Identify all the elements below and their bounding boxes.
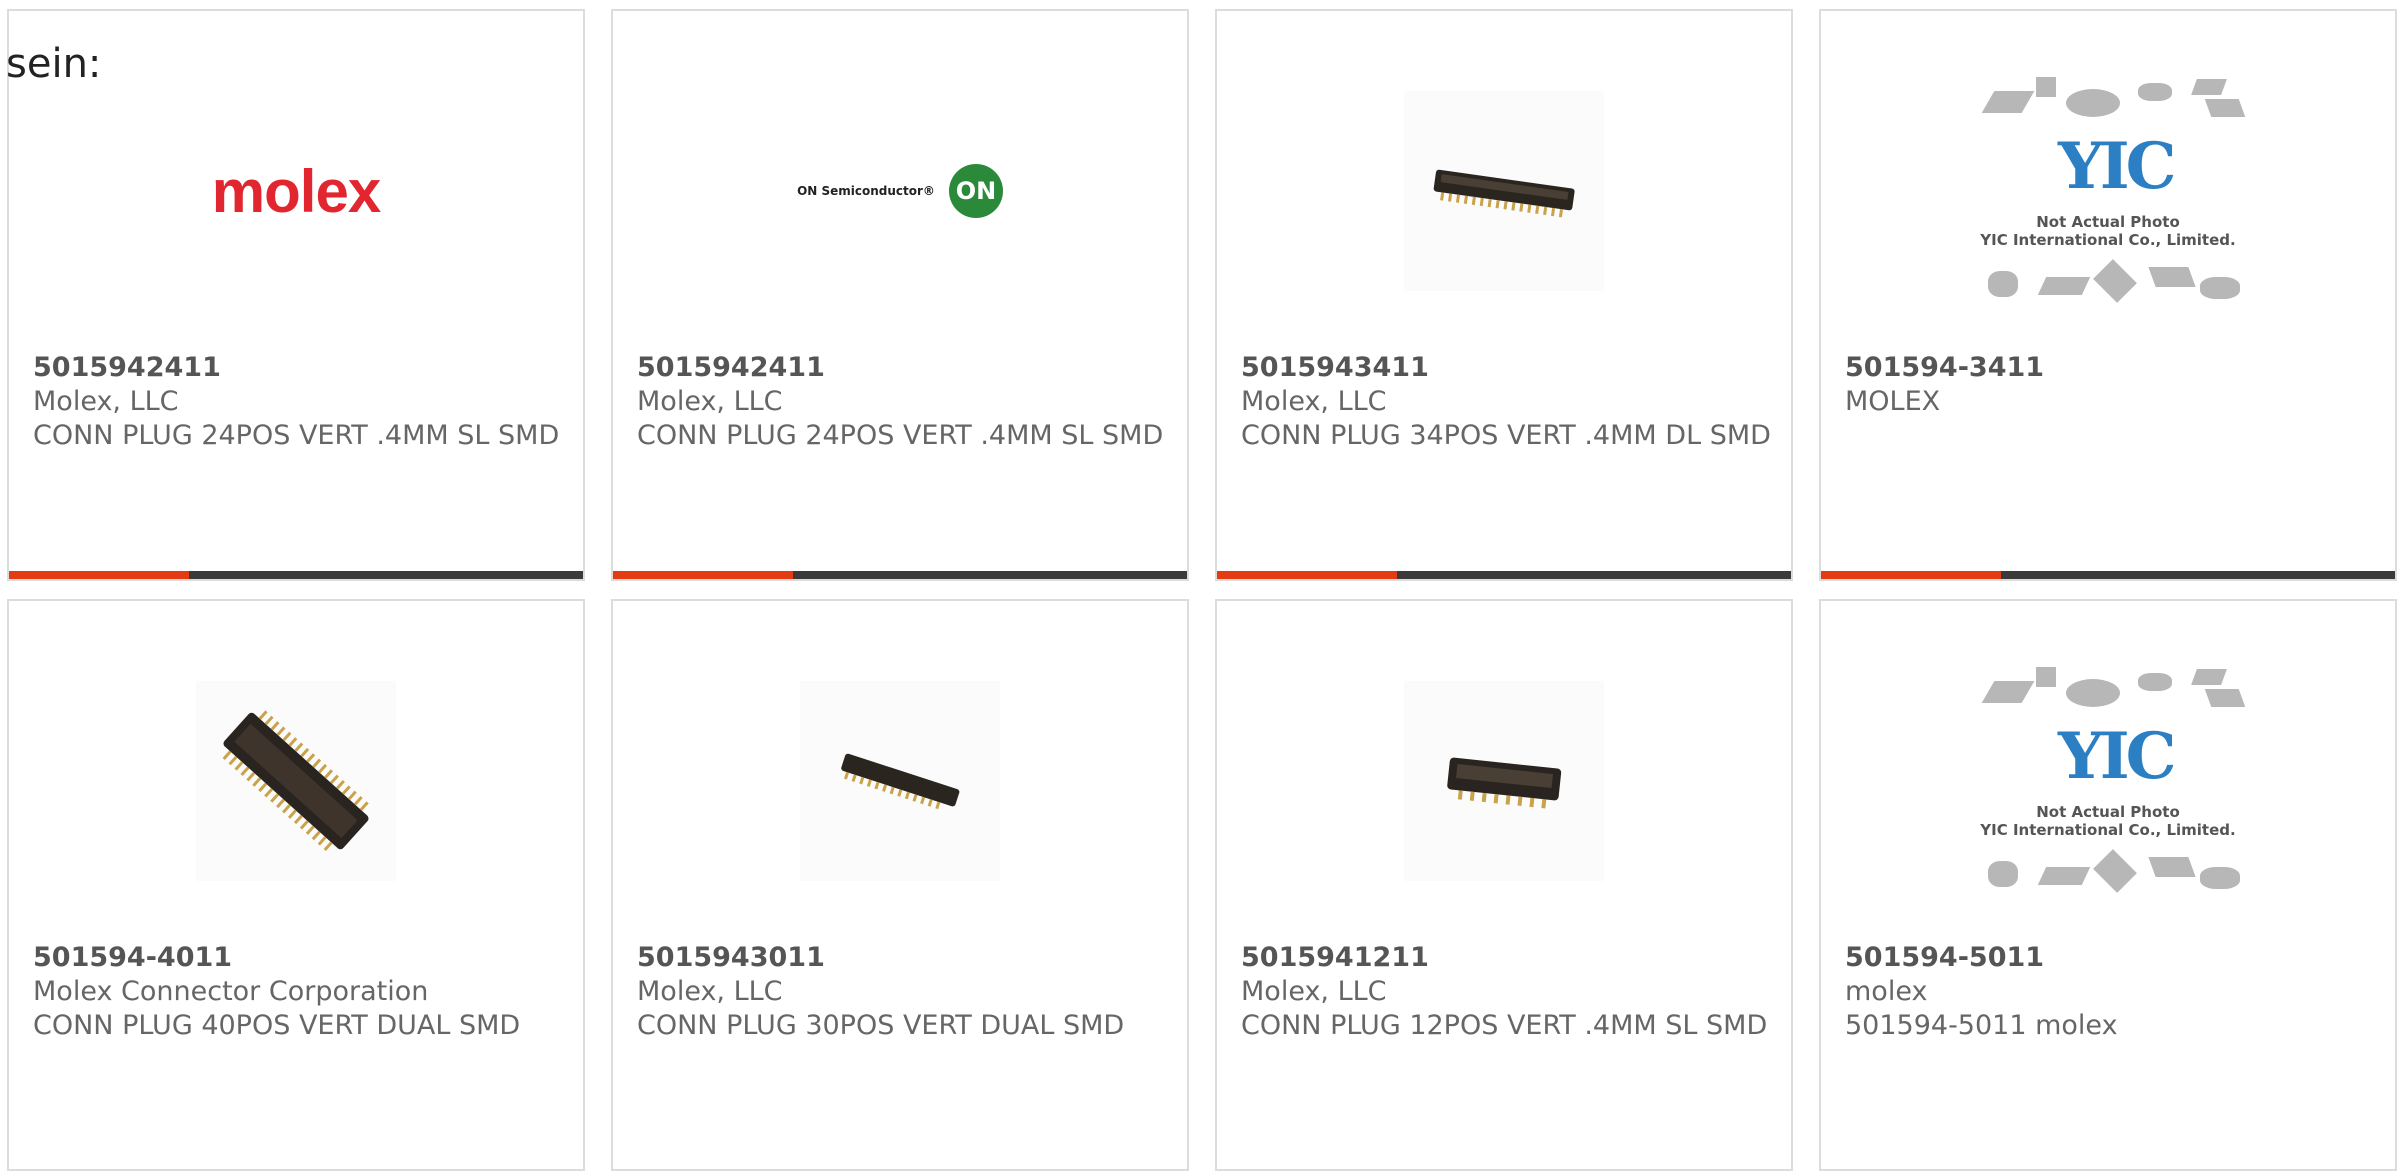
- chip-shape: [2204, 99, 2246, 117]
- chip-shape: [2191, 79, 2227, 95]
- product-info: 5015942411 Molex, LLC CONN PLUG 24POS VE…: [33, 351, 563, 453]
- part-number[interactable]: 501594-4011: [33, 941, 563, 975]
- connector-photo: [196, 681, 396, 881]
- chip-shape: [1988, 861, 2018, 887]
- product-image: [9, 661, 583, 901]
- yic-caption-line-1: Not Actual Photo: [2036, 803, 2180, 821]
- chip-shape: [2036, 77, 2056, 97]
- chip-shape: [2036, 667, 2056, 687]
- chip-shape: [2138, 673, 2172, 691]
- connector-photo: [1404, 91, 1604, 291]
- product-card[interactable]: 5015943411 Molex, LLC CONN PLUG 34POS VE…: [1215, 9, 1793, 581]
- chip-shape: [1988, 271, 2018, 297]
- connector-icon: [222, 710, 369, 851]
- product-grid: molex 5015942411 Molex, LLC CONN PLUG 24…: [0, 0, 2400, 1171]
- product-image: molex: [9, 71, 583, 311]
- chip-shape: [2037, 867, 2091, 885]
- manufacturer: Molex, LLC: [637, 976, 783, 1007]
- chip-shape: [2204, 689, 2246, 707]
- manufacturer: MOLEX: [1845, 386, 1941, 417]
- chip-shape: [2138, 83, 2172, 101]
- product-info: 5015942411 Molex, LLC CONN PLUG 24POS VE…: [637, 351, 1167, 453]
- product-card[interactable]: ON Semiconductor® ON 5015942411 Molex, L…: [611, 9, 1189, 581]
- manufacturer: Molex, LLC: [1241, 386, 1387, 417]
- product-info: 5015943411 Molex, LLC CONN PLUG 34POS VE…: [1241, 351, 1771, 453]
- card-bar: [613, 571, 1187, 579]
- product-card[interactable]: molex 5015942411 Molex, LLC CONN PLUG 24…: [7, 9, 585, 581]
- chip-shape: [2037, 277, 2091, 295]
- product-card[interactable]: YIC Not Actual Photo YIC International C…: [1819, 9, 2397, 581]
- chip-shape: [2066, 679, 2120, 707]
- connector-photo: [800, 681, 1000, 881]
- chip-shape: [1981, 681, 2035, 703]
- chip-shape: [2093, 849, 2137, 893]
- description: CONN PLUG 40POS VERT DUAL SMD: [33, 1010, 521, 1041]
- product-image: YIC Not Actual Photo YIC International C…: [1821, 71, 2395, 311]
- product-image: [1217, 661, 1791, 901]
- product-image: [613, 661, 1187, 901]
- connector-icon: [1433, 169, 1575, 218]
- connector-icon: [1447, 757, 1562, 809]
- chip-shape: [2200, 277, 2240, 299]
- yic-placeholder-image: YIC Not Actual Photo YIC International C…: [1968, 71, 2248, 311]
- manufacturer: Molex, LLC: [1241, 976, 1387, 1007]
- chip-shape: [2093, 259, 2137, 303]
- manufacturer: Molex Connector Corporation: [33, 976, 429, 1007]
- manufacturer: Molex, LLC: [637, 386, 783, 417]
- molex-logo: molex: [211, 157, 381, 225]
- card-bar-accent: [1217, 571, 1397, 579]
- part-number[interactable]: 501594-3411: [1845, 351, 2375, 385]
- card-bar: [1821, 571, 2395, 579]
- part-number[interactable]: 5015943011: [637, 941, 1167, 975]
- card-bar-accent: [9, 571, 189, 579]
- card-bar: [1217, 571, 1791, 579]
- yic-caption-line-2: YIC International Co., Limited.: [1980, 231, 2236, 249]
- yic-mark: YIC: [2058, 719, 2177, 794]
- part-number[interactable]: 5015941211: [1241, 941, 1771, 975]
- yic-caption-line-2: YIC International Co., Limited.: [1980, 821, 2236, 839]
- chip-shape: [1981, 91, 2035, 113]
- connector-icon: [841, 753, 960, 810]
- manufacturer: molex: [1845, 976, 1928, 1007]
- chip-shape: [2148, 267, 2196, 287]
- product-info: 501594-4011 Molex Connector Corporation …: [33, 941, 563, 1043]
- chip-shape: [2148, 857, 2196, 877]
- manufacturer: Molex, LLC: [33, 386, 179, 417]
- part-number[interactable]: 5015942411: [637, 351, 1167, 385]
- card-bar: [9, 571, 583, 579]
- product-card[interactable]: 5015941211 Molex, LLC CONN PLUG 12POS VE…: [1215, 599, 1793, 1171]
- card-bar-accent: [1821, 571, 2001, 579]
- on-logo-text: ON Semiconductor®: [797, 184, 935, 198]
- product-card[interactable]: YIC Not Actual Photo YIC International C…: [1819, 599, 2397, 1171]
- description: CONN PLUG 34POS VERT .4MM DL SMD: [1241, 420, 1771, 451]
- product-info: 5015943011 Molex, LLC CONN PLUG 30POS VE…: [637, 941, 1167, 1043]
- product-info: 501594-3411 MOLEX: [1845, 351, 2375, 419]
- part-number[interactable]: 501594-5011: [1845, 941, 2375, 975]
- chip-shape: [2066, 89, 2120, 117]
- chip-shape: [2200, 867, 2240, 889]
- connector-photo: [1404, 681, 1604, 881]
- card-bar-accent: [613, 571, 793, 579]
- yic-caption-line-1: Not Actual Photo: [2036, 213, 2180, 231]
- description: CONN PLUG 12POS VERT .4MM SL SMD: [1241, 1010, 1768, 1041]
- on-semiconductor-logo: ON Semiconductor® ON: [797, 164, 1003, 218]
- description: CONN PLUG 24POS VERT .4MM SL SMD: [33, 420, 560, 451]
- product-card[interactable]: 5015943011 Molex, LLC CONN PLUG 30POS VE…: [611, 599, 1189, 1171]
- page-heading: sein:: [6, 41, 102, 87]
- description: CONN PLUG 30POS VERT DUAL SMD: [637, 1010, 1125, 1041]
- product-image: ON Semiconductor® ON: [613, 71, 1187, 311]
- part-number[interactable]: 5015943411: [1241, 351, 1771, 385]
- product-info: 5015941211 Molex, LLC CONN PLUG 12POS VE…: [1241, 941, 1771, 1043]
- part-number[interactable]: 5015942411: [33, 351, 563, 385]
- product-card[interactable]: 501594-4011 Molex Connector Corporation …: [7, 599, 585, 1171]
- description: 501594-5011 molex: [1845, 1010, 2118, 1041]
- product-info: 501594-5011 molex 501594-5011 molex: [1845, 941, 2375, 1043]
- product-image: YIC Not Actual Photo YIC International C…: [1821, 661, 2395, 901]
- description: CONN PLUG 24POS VERT .4MM SL SMD: [637, 420, 1164, 451]
- on-logo-mark: ON: [948, 164, 1003, 218]
- product-image: [1217, 71, 1791, 311]
- yic-placeholder-image: YIC Not Actual Photo YIC International C…: [1968, 661, 2248, 901]
- chip-shape: [2191, 669, 2227, 685]
- yic-mark: YIC: [2058, 129, 2177, 204]
